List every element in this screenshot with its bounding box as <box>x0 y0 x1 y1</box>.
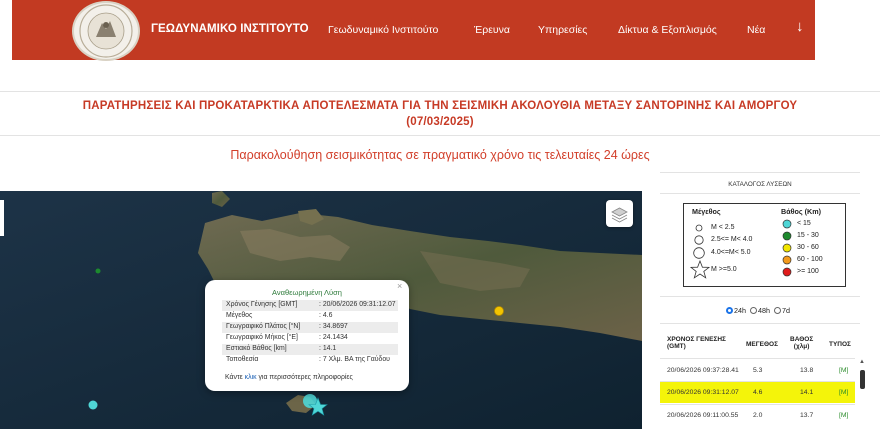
popup-row: Τοποθεσία : 7 Χλμ. ΒΑ της Γαύδου <box>222 355 398 366</box>
popup-row: Χρόνος Γένησης [GMT] : 20/06/2026 09:31:… <box>222 300 398 311</box>
column-header-depth-line1: ΒΑΘΟΣ <box>790 336 814 343</box>
popup-label: Γεωγραφικό Μήκος [°E] <box>226 334 298 341</box>
page-title: ΠΑΡΑΤΗΡΗΣΕΙΣ ΚΑΙ ΠΡΟΚΑΤΑΡΚΤΙΚΑ ΑΠΟΤΕΛΕΣΜ… <box>0 98 880 130</box>
legend-mag-label: 2.5<= M< 4.0 <box>711 236 753 243</box>
column-header-depth[interactable]: ΒΑΘΟΣ (χλμ) <box>790 336 813 350</box>
event-info-popup: × Αναθεωρημένη Λύση Χρόνος Γένησης [GMT]… <box>205 280 409 391</box>
popup-row: Εστιακό Βάθος [km] : 14.1 <box>222 344 398 355</box>
popup-label: Μέγεθος <box>226 312 253 319</box>
cell-depth: 13.7 <box>800 412 814 419</box>
more-info-link[interactable]: κλικ <box>245 374 257 381</box>
popup-label: Χρόνος Γένησης [GMT] <box>226 301 298 308</box>
radio-7d-label[interactable]: 7d <box>782 306 790 315</box>
cell-time: 20/06/2026 09:37:28.41 <box>667 367 739 374</box>
popup-label: Τοποθεσία <box>226 356 259 363</box>
brand-name[interactable]: ΓΕΩΔΥΝΑΜΙΚΟ ΙΝΣΤΙΤΟΥΤΟ <box>151 23 309 35</box>
popup-value: : 14.1 <box>319 345 337 352</box>
table-row-selected[interactable]: 20/06/2026 09:31:12.07 4.6 14.1 [M] <box>660 382 855 403</box>
popup-footer-post: για περισσότερες πληροφορίες <box>258 374 353 381</box>
divider <box>0 91 880 92</box>
page-subtitle: Παρακολούθηση σεισμικότητας σε πραγματικ… <box>230 148 650 162</box>
table-row[interactable]: 20/06/2026 09:37:28.41 5.3 13.8 [M] <box>660 360 855 381</box>
popup-footer-pre: Κάντε <box>225 374 243 381</box>
divider <box>660 172 860 173</box>
cell-time: 20/06/2026 09:11:00.55 <box>667 412 739 419</box>
map-zoom-control[interactable] <box>0 200 4 236</box>
nav-item-news[interactable]: Νέα <box>747 24 765 36</box>
radio-24h-label[interactable]: 24h <box>734 306 746 315</box>
page-title-line2: (07/03/2025) <box>406 116 474 128</box>
legend-mag-label: M < 2.5 <box>711 224 735 231</box>
nav-item-networks[interactable]: Δίκτυα & Εξοπλισμός <box>618 24 717 36</box>
radio-48h[interactable] <box>750 307 757 314</box>
nav-item-institute[interactable]: Γεωδυναμικό Ινστιτούτο <box>328 24 438 36</box>
cell-magnitude: 4.6 <box>753 389 763 396</box>
legend-symbols <box>689 219 792 279</box>
popup-value: : 34.8697 <box>319 323 348 330</box>
cell-type: [M] <box>839 412 849 419</box>
divider <box>0 135 880 136</box>
radio-7d[interactable] <box>774 307 781 314</box>
legend-mag-label: 4.0<=M< 5.0 <box>711 249 751 256</box>
column-header-depth-line2: (χλμ) <box>793 343 810 350</box>
nav-item-services[interactable]: Υπηρεσίες <box>538 24 587 36</box>
period-selector: 24h 48h 7d <box>726 306 790 315</box>
legend-depth-label: 30 - 60 <box>797 244 819 251</box>
cell-depth: 13.8 <box>800 367 814 374</box>
institute-logo[interactable] <box>72 1 140 61</box>
scroll-up-icon[interactable]: ▲ <box>859 359 865 365</box>
catalog-title: ΚΑΤΑΛΟΓΟΣ ΛΥΣΕΩΝ <box>728 181 792 188</box>
layers-icon[interactable] <box>606 200 633 227</box>
legend-depth-label: 60 - 100 <box>797 256 823 263</box>
cell-type: [M] <box>839 367 849 374</box>
popup-label: Εστιακό Βάθος [km] <box>226 345 287 352</box>
column-header-magnitude[interactable]: ΜΕΓΕΘΟΣ <box>746 341 778 348</box>
divider <box>660 193 860 194</box>
popup-row: Γεωγραφικό Πλάτος [°N] : 34.8697 <box>222 322 398 333</box>
radio-24h[interactable] <box>726 307 733 314</box>
table-row[interactable]: 20/06/2026 09:11:00.55 2.0 13.7 [M] <box>660 405 855 426</box>
page-title-line1: ΠΑΡΑΤΗΡΗΣΕΙΣ ΚΑΙ ΠΡΟΚΑΤΑΡΚΤΙΚΑ ΑΠΟΤΕΛΕΣΜ… <box>82 100 798 112</box>
legend-depth-label: 15 - 30 <box>797 232 819 239</box>
table-scrollbar[interactable] <box>860 370 865 389</box>
legend-depth-label: < 15 <box>797 220 811 227</box>
nav-item-research[interactable]: Έρευνα <box>474 24 510 36</box>
legend-mag-label: M >=5.0 <box>711 266 737 273</box>
legend-depth-label: >= 100 <box>797 268 819 275</box>
cell-magnitude: 5.3 <box>753 367 763 374</box>
radio-48h-label[interactable]: 48h <box>758 306 770 315</box>
popup-value: : 24.1434 <box>319 334 348 341</box>
cell-depth: 14.1 <box>800 389 814 396</box>
cell-type: [M] <box>839 389 849 396</box>
divider <box>660 323 860 324</box>
column-header-time[interactable]: ΧΡΟΝΟΣ ΓΕΝΕΣΗΣ (GMT) <box>667 336 726 350</box>
popup-value: : 7 Χλμ. ΒΑ της Γαύδου <box>319 356 390 363</box>
popup-footer: Κάντε κλικ για περισσότερες πληροφορίες <box>225 374 353 381</box>
popup-value: : 4.6 <box>319 312 333 319</box>
popup-row: Μέγεθος : 4.6 <box>222 311 398 322</box>
map-legend: Μέγεθος Βάθος (Km) M < 2.5 2.5<= M< 4.0 … <box>683 203 846 287</box>
cell-magnitude: 2.0 <box>753 412 763 419</box>
popup-label: Γεωγραφικό Πλάτος [°N] <box>226 323 301 330</box>
chevron-down-icon[interactable]: ↓ <box>796 18 804 35</box>
popup-value: : 20/06/2026 09:31:12.07 <box>319 301 396 308</box>
column-header-time-line1: ΧΡΟΝΟΣ ΓΕΝΕΣΗΣ <box>667 336 726 343</box>
divider <box>660 296 860 297</box>
popup-row: Γεωγραφικό Μήκος [°E] : 24.1434 <box>222 333 398 344</box>
divider <box>660 358 855 359</box>
column-header-time-line2: (GMT) <box>667 343 686 350</box>
top-nav-bar: ΓΕΩΔΥΝΑΜΙΚΟ ΙΝΣΤΙΤΟΥΤΟ Γεωδυναμικό Ινστι… <box>12 0 815 61</box>
cell-time: 20/06/2026 09:31:12.07 <box>667 389 739 396</box>
popup-title: Αναθεωρημένη Λύση <box>272 288 342 297</box>
column-header-type[interactable]: ΤΥΠΟΣ <box>829 341 851 348</box>
